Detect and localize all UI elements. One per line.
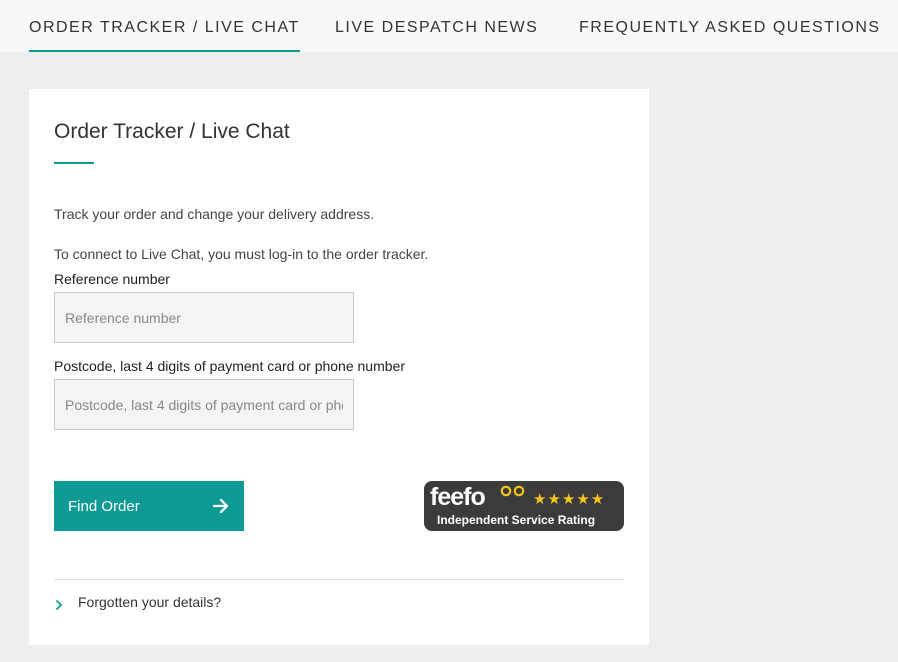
tab-order-tracker[interactable]: ORDER TRACKER / LIVE CHAT [29,19,300,52]
order-tracker-card: Order Tracker / Live Chat Track your ord… [29,89,649,645]
intro-text: Track your order and change your deliver… [54,206,375,222]
live-chat-note: To connect to Live Chat, you must log-in… [54,246,429,262]
forgotten-details-label: Forgotten your details? [78,594,222,610]
feefo-eyes-icon [500,484,526,502]
tab-live-despatch-news[interactable]: LIVE DESPATCH NEWS [335,19,538,37]
find-order-label: Find Order [68,497,140,515]
reference-input[interactable] [54,292,354,343]
postcode-label: Postcode, last 4 digits of payment card … [54,358,405,374]
forgotten-details-toggle[interactable]: Forgotten your details? [54,594,221,610]
reference-label: Reference number [54,271,170,287]
find-order-button[interactable]: Find Order [54,481,244,531]
top-nav: ORDER TRACKER / LIVE CHAT LIVE DESPATCH … [0,0,898,52]
feefo-stars: ★★★★★ [533,491,606,508]
arrow-right-icon [213,499,229,513]
title-underline [54,162,94,164]
feefo-tagline: Independent Service Rating [437,513,596,527]
page-title: Order Tracker / Live Chat [54,120,290,143]
tab-faq[interactable]: FREQUENTLY ASKED QUESTIONS [579,19,881,37]
feefo-badge[interactable]: feefo ★★★★★ Independent Service Rating [424,481,624,531]
postcode-input[interactable] [54,379,354,430]
feefo-logo-text: feefo [430,483,486,511]
chevron-right-icon [54,597,64,610]
divider [54,579,624,580]
